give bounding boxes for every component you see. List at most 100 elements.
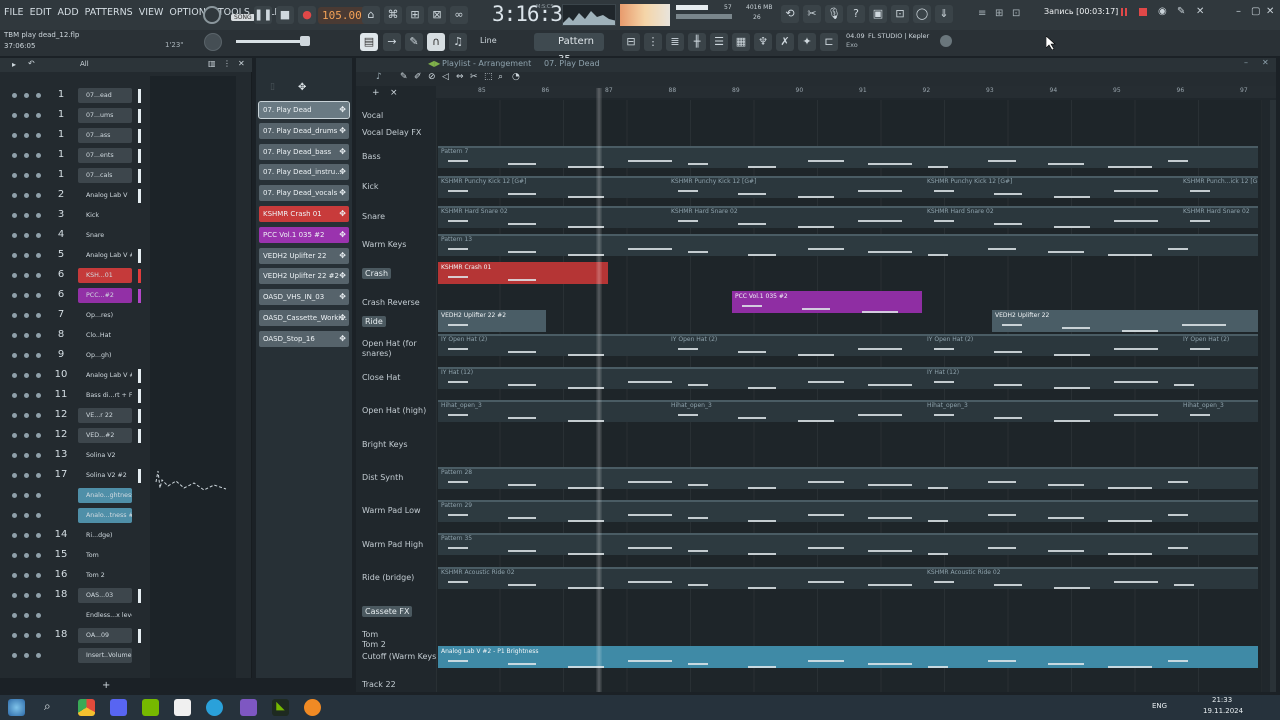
channel-row[interactable]: 5 Analog Lab V #2 bbox=[0, 246, 150, 266]
mixer-track-number[interactable]: 1 bbox=[50, 169, 72, 180]
maximize-icon[interactable]: ▢ bbox=[1251, 6, 1260, 17]
discord-icon[interactable] bbox=[110, 699, 127, 716]
nvidia-icon[interactable] bbox=[142, 699, 159, 716]
select-led[interactable] bbox=[36, 93, 41, 98]
channel-name-button[interactable]: Tom bbox=[78, 548, 132, 563]
pattern-item[interactable]: 07. Play Dead ✥ bbox=[258, 101, 350, 119]
pattern-item[interactable]: 07. Play Dead_drums ✥ bbox=[259, 122, 349, 139]
pattern-drag-icon[interactable]: ✥ bbox=[339, 248, 346, 264]
pattern-drag-icon[interactable]: ✥ bbox=[339, 227, 346, 243]
step-edit-icon[interactable]: ⊠ bbox=[428, 6, 446, 24]
track-header[interactable]: Tom 2 bbox=[362, 640, 386, 649]
select-led[interactable] bbox=[36, 233, 41, 238]
select-led[interactable] bbox=[36, 333, 41, 338]
mixer-track-number[interactable]: 10 bbox=[50, 369, 72, 380]
download-icon[interactable]: ⇓ bbox=[935, 5, 953, 23]
mute-led[interactable] bbox=[12, 513, 17, 518]
bar-number[interactable]: 96 bbox=[1177, 87, 1185, 94]
playback-tool-icon[interactable]: ◔ bbox=[512, 72, 520, 82]
playlist-close-icon[interactable]: ✕ bbox=[1262, 58, 1269, 67]
mute-led[interactable] bbox=[12, 633, 17, 638]
gforce-icon[interactable]: ◣ bbox=[272, 699, 289, 716]
mixer-track-number[interactable]: 18 bbox=[50, 629, 72, 640]
solo-led[interactable] bbox=[24, 153, 29, 158]
channel-row[interactable]: 1 07...ass bbox=[0, 126, 150, 146]
zoom-tool-icon[interactable]: ⌕ bbox=[498, 72, 503, 82]
pattern-item[interactable]: OASD_VHS_IN_03 ✥ bbox=[259, 289, 349, 306]
playlist-clip[interactable]: KSHMR Acoustic Ride 02 bbox=[438, 567, 924, 589]
channel-name-button[interactable]: Solina V2 #2 bbox=[78, 468, 132, 483]
track-header[interactable]: snares) bbox=[362, 349, 391, 358]
channel-name-button[interactable]: Insert..Volume bbox=[78, 648, 132, 663]
pattern-item[interactable]: KSHMR Crash 01 ✥ bbox=[259, 206, 349, 222]
solo-led[interactable] bbox=[24, 573, 29, 578]
arrangement-grid[interactable]: Pattern 7 KSHMR Punchy Kick 12 [G#] KSHMR … bbox=[436, 100, 1262, 692]
channel-row[interactable]: 13 Solina V2 bbox=[0, 446, 150, 466]
channel-name-button[interactable]: Endless...x level bbox=[78, 608, 132, 623]
solo-led[interactable] bbox=[24, 473, 29, 478]
select-led[interactable] bbox=[36, 413, 41, 418]
mute-led[interactable] bbox=[12, 613, 17, 618]
solo-led[interactable] bbox=[24, 533, 29, 538]
select-led[interactable] bbox=[36, 533, 41, 538]
select-led[interactable] bbox=[36, 293, 41, 298]
channel-row[interactable]: 7 Op...res) bbox=[0, 306, 150, 326]
select-led[interactable] bbox=[36, 633, 41, 638]
channel-name-button[interactable]: 07...ead bbox=[78, 88, 132, 103]
playlist-clip[interactable]: KSHMR Punchy Kick 12 [G#] bbox=[438, 176, 668, 198]
track-header[interactable]: Track 22 bbox=[362, 680, 396, 689]
channel-row[interactable]: 14 Ri...dge) bbox=[0, 526, 150, 546]
track-header[interactable]: Cassete FX bbox=[362, 606, 413, 617]
playlist-clip[interactable]: Pattern 35 bbox=[438, 533, 1258, 555]
rack-menu-icon[interactable]: ▸ bbox=[12, 60, 16, 69]
pattern-drag-icon[interactable]: ✥ bbox=[339, 310, 346, 326]
tools-icon[interactable]: ✗ bbox=[776, 33, 794, 51]
bar-number[interactable]: 88 bbox=[669, 87, 677, 94]
playlist-clip[interactable]: Pattern 28 bbox=[438, 467, 1258, 489]
search-icon[interactable]: ⌕ bbox=[44, 699, 61, 716]
mute-led[interactable] bbox=[12, 573, 17, 578]
select-led[interactable] bbox=[36, 513, 41, 518]
channel-name-button[interactable]: Solina V2 bbox=[78, 448, 132, 463]
recorder-pause-icon[interactable] bbox=[1121, 8, 1127, 16]
wrench-icon[interactable]: ✦ bbox=[798, 33, 816, 51]
channel-row[interactable]: 15 Tom bbox=[0, 546, 150, 566]
mixer-track-number[interactable]: 6 bbox=[50, 269, 72, 280]
draw-tool-icon[interactable]: ✎ bbox=[405, 33, 423, 51]
channel-row[interactable]: 1 07...ents bbox=[0, 146, 150, 166]
track-header[interactable]: Ride bbox=[362, 316, 386, 327]
channel-name-button[interactable]: Analog Lab V #3 bbox=[78, 368, 132, 383]
bell-icon[interactable]: ♫ bbox=[449, 33, 467, 51]
mixer-track-number[interactable]: 18 bbox=[50, 589, 72, 600]
pattern-item[interactable]: VEDH2 Uplifter 22 ✥ bbox=[259, 247, 349, 264]
step-sequencer[interactable] bbox=[150, 76, 236, 678]
solo-led[interactable] bbox=[24, 373, 29, 378]
playlist-clip[interactable]: Hihat_open_3 bbox=[1180, 400, 1258, 422]
solo-led[interactable] bbox=[24, 653, 29, 658]
solo-led[interactable] bbox=[24, 613, 29, 618]
channel-row[interactable]: Endless...x level bbox=[0, 606, 150, 626]
channel-row[interactable]: 17 Solina V2 #2 bbox=[0, 466, 150, 486]
playlist-clip[interactable]: IY Open Hat (2) bbox=[438, 334, 668, 356]
mixer-track-number[interactable]: 7 bbox=[50, 309, 72, 320]
channel-name-button[interactable]: VE...r 22 bbox=[78, 408, 132, 423]
playlist-scrollbar[interactable] bbox=[1270, 100, 1276, 692]
mute-led[interactable] bbox=[12, 393, 17, 398]
channel-name-button[interactable]: Analo...ghtness bbox=[78, 488, 132, 503]
bar-number[interactable]: 92 bbox=[923, 87, 931, 94]
select-led[interactable] bbox=[36, 193, 41, 198]
select-led[interactable] bbox=[36, 433, 41, 438]
playlist-minimize-icon[interactable]: – bbox=[1244, 58, 1248, 67]
save-icon[interactable]: ▣ bbox=[869, 5, 887, 23]
pattern-drag-icon[interactable]: ✥ bbox=[339, 164, 346, 180]
track-header[interactable]: Crash Reverse bbox=[362, 298, 420, 307]
solo-led[interactable] bbox=[24, 433, 29, 438]
mute-led[interactable] bbox=[12, 593, 17, 598]
solo-led[interactable] bbox=[24, 113, 29, 118]
news-icon[interactable] bbox=[940, 35, 952, 47]
playlist-clip[interactable]: VEDH2 Uplifter 22 #2 bbox=[438, 310, 546, 332]
playlist-clip[interactable]: Analog Lab V #2 - P1 Brightness bbox=[438, 646, 1258, 668]
chat-icon[interactable]: ◯ bbox=[913, 5, 931, 23]
solo-led[interactable] bbox=[24, 193, 29, 198]
piano-roll-icon[interactable]: ▤ bbox=[360, 33, 378, 51]
